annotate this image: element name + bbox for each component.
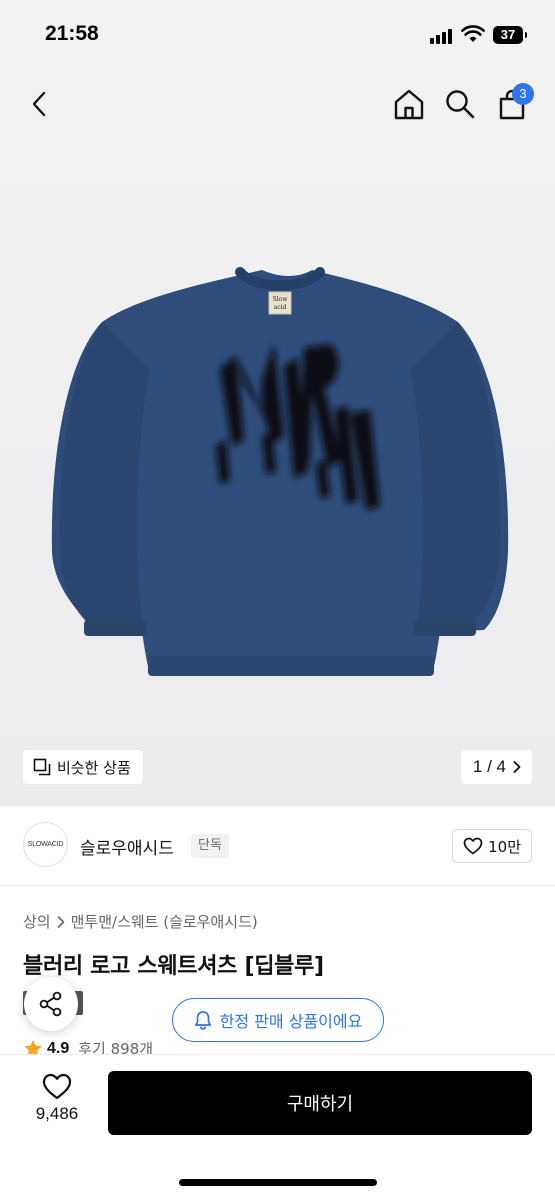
search-icon	[446, 90, 475, 119]
image-pager-label: 1 / 4	[472, 757, 506, 776]
brand-like-button[interactable]: 10만	[452, 829, 532, 863]
search-button[interactable]	[442, 86, 478, 122]
wifi-icon	[461, 25, 485, 43]
bottom-action-bar: 9,486 구매하기	[0, 1055, 555, 1200]
wishlist-button[interactable]: 9,486	[24, 1073, 90, 1133]
svg-text:Slow: Slow	[273, 296, 289, 303]
buy-button[interactable]: 구매하기	[108, 1071, 532, 1135]
product-image: Slow acid	[51, 267, 509, 676]
product-title: 블러리 로고 스웨트셔츠 [딥블루]	[23, 954, 324, 979]
bell-icon	[194, 1011, 211, 1030]
product-gallery[interactable]: 21:58 37 3 Slow acid 비슷한 상품 1 / 4	[0, 0, 555, 806]
share-button[interactable]	[24, 977, 78, 1031]
back-button[interactable]	[22, 86, 58, 122]
cellular-signal-icon	[430, 28, 454, 44]
chevron-right-icon	[57, 915, 64, 928]
wishlist-count: 9,486	[35, 1104, 79, 1123]
breadcrumb-item[interactable]: 상의	[23, 911, 51, 932]
home-icon	[394, 89, 424, 120]
cart-count-badge: 3	[512, 83, 534, 105]
brand-row: SLOWACID 슬로우애시드 단독 10만	[0, 806, 555, 886]
breadcrumb-item[interactable]: 맨투맨/스웨트 (슬로우애시드)	[71, 911, 258, 932]
brand-like-count: 10만	[488, 837, 521, 856]
home-button[interactable]	[391, 86, 427, 122]
brand-logo-text: SLOWACID	[27, 841, 64, 848]
copy-icon	[33, 758, 51, 776]
exclusive-badge: 단독	[191, 834, 229, 858]
home-indicator	[179, 1179, 377, 1186]
limited-sale-label: 한정 판매 상품이에요	[219, 1012, 363, 1031]
image-pager[interactable]: 1 / 4	[460, 750, 532, 784]
brand-logo[interactable]: SLOWACID	[23, 822, 68, 867]
breadcrumb: 상의 맨투맨/스웨트 (슬로우애시드)	[23, 911, 258, 932]
heart-icon	[463, 837, 483, 855]
similar-products-button[interactable]: 비슷한 상품	[23, 750, 143, 784]
battery-icon: 37	[493, 26, 527, 44]
heart-icon	[42, 1073, 72, 1100]
svg-text:acid: acid	[274, 304, 287, 311]
status-bar: 21:58 37	[0, 0, 555, 70]
cart-button[interactable]: 3	[494, 83, 534, 122]
similar-products-label: 비슷한 상품	[57, 758, 131, 777]
share-icon	[39, 991, 62, 1017]
chevron-right-icon	[513, 761, 521, 773]
limited-sale-banner[interactable]: 한정 판매 상품이에요	[172, 998, 384, 1042]
chevron-left-icon	[32, 91, 46, 117]
status-time: 21:58	[45, 22, 99, 45]
brand-name[interactable]: 슬로우애시드	[80, 834, 174, 859]
